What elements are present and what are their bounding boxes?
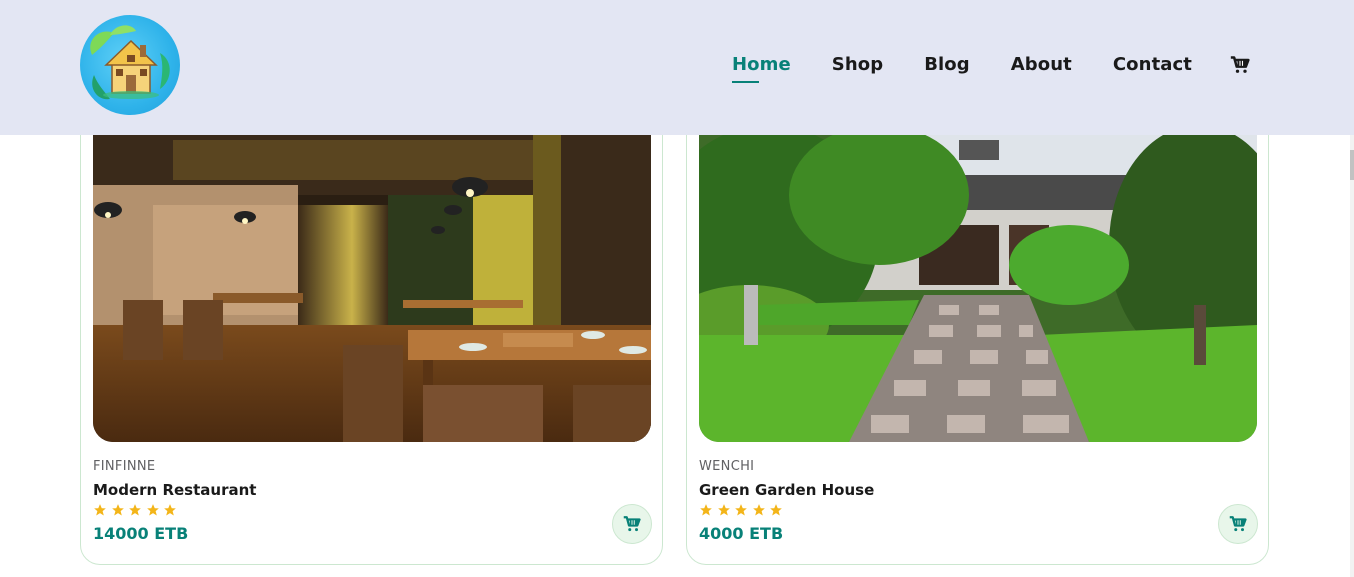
- main-nav: Home Shop Blog About Contact: [691, 52, 1250, 83]
- garden-house-photo: [699, 135, 1257, 442]
- house-logo-icon[interactable]: [80, 15, 180, 115]
- product-card[interactable]: WENCHI Green Garden House 4000 ETB: [686, 100, 1269, 565]
- product-title[interactable]: Modern Restaurant: [93, 481, 256, 499]
- star-icon: [752, 504, 765, 516]
- site-header: Home Shop Blog About Contact: [0, 0, 1354, 135]
- star-icon: [129, 504, 141, 516]
- nav-about[interactable]: About: [1011, 52, 1072, 78]
- star-icon: [94, 504, 106, 516]
- star-icon: [164, 504, 176, 516]
- product-location: FINFINNE: [93, 459, 156, 474]
- restaurant-interior-photo: [93, 135, 651, 442]
- cart-icon[interactable]: [1230, 55, 1250, 75]
- nav-contact[interactable]: Contact: [1113, 52, 1192, 78]
- star-icon: [770, 504, 782, 516]
- star-rating: [699, 503, 787, 517]
- product-price: 4000 ETB: [699, 524, 784, 543]
- product-location: WENCHI: [699, 459, 755, 474]
- nav-shop[interactable]: Shop: [832, 52, 883, 78]
- add-to-cart-button[interactable]: [1218, 504, 1258, 544]
- product-title[interactable]: Green Garden House: [699, 481, 874, 499]
- scrollbar-track[interactable]: [1350, 135, 1354, 577]
- cart-icon: [623, 516, 641, 532]
- product-price: 14000 ETB: [93, 524, 189, 543]
- nav-home[interactable]: Home: [731, 52, 791, 83]
- star-rating: [93, 503, 181, 517]
- star-icon: [700, 504, 712, 516]
- add-to-cart-button[interactable]: [612, 504, 652, 544]
- nav-blog[interactable]: Blog: [924, 52, 970, 78]
- star-icon: [146, 504, 159, 516]
- star-icon: [111, 504, 124, 516]
- star-icon: [735, 504, 747, 516]
- scrollbar-thumb[interactable]: [1350, 150, 1354, 180]
- cart-icon: [1229, 516, 1247, 532]
- star-icon: [717, 504, 730, 516]
- product-card[interactable]: FINFINNE Modern Restaurant 14000 ETB: [80, 100, 663, 565]
